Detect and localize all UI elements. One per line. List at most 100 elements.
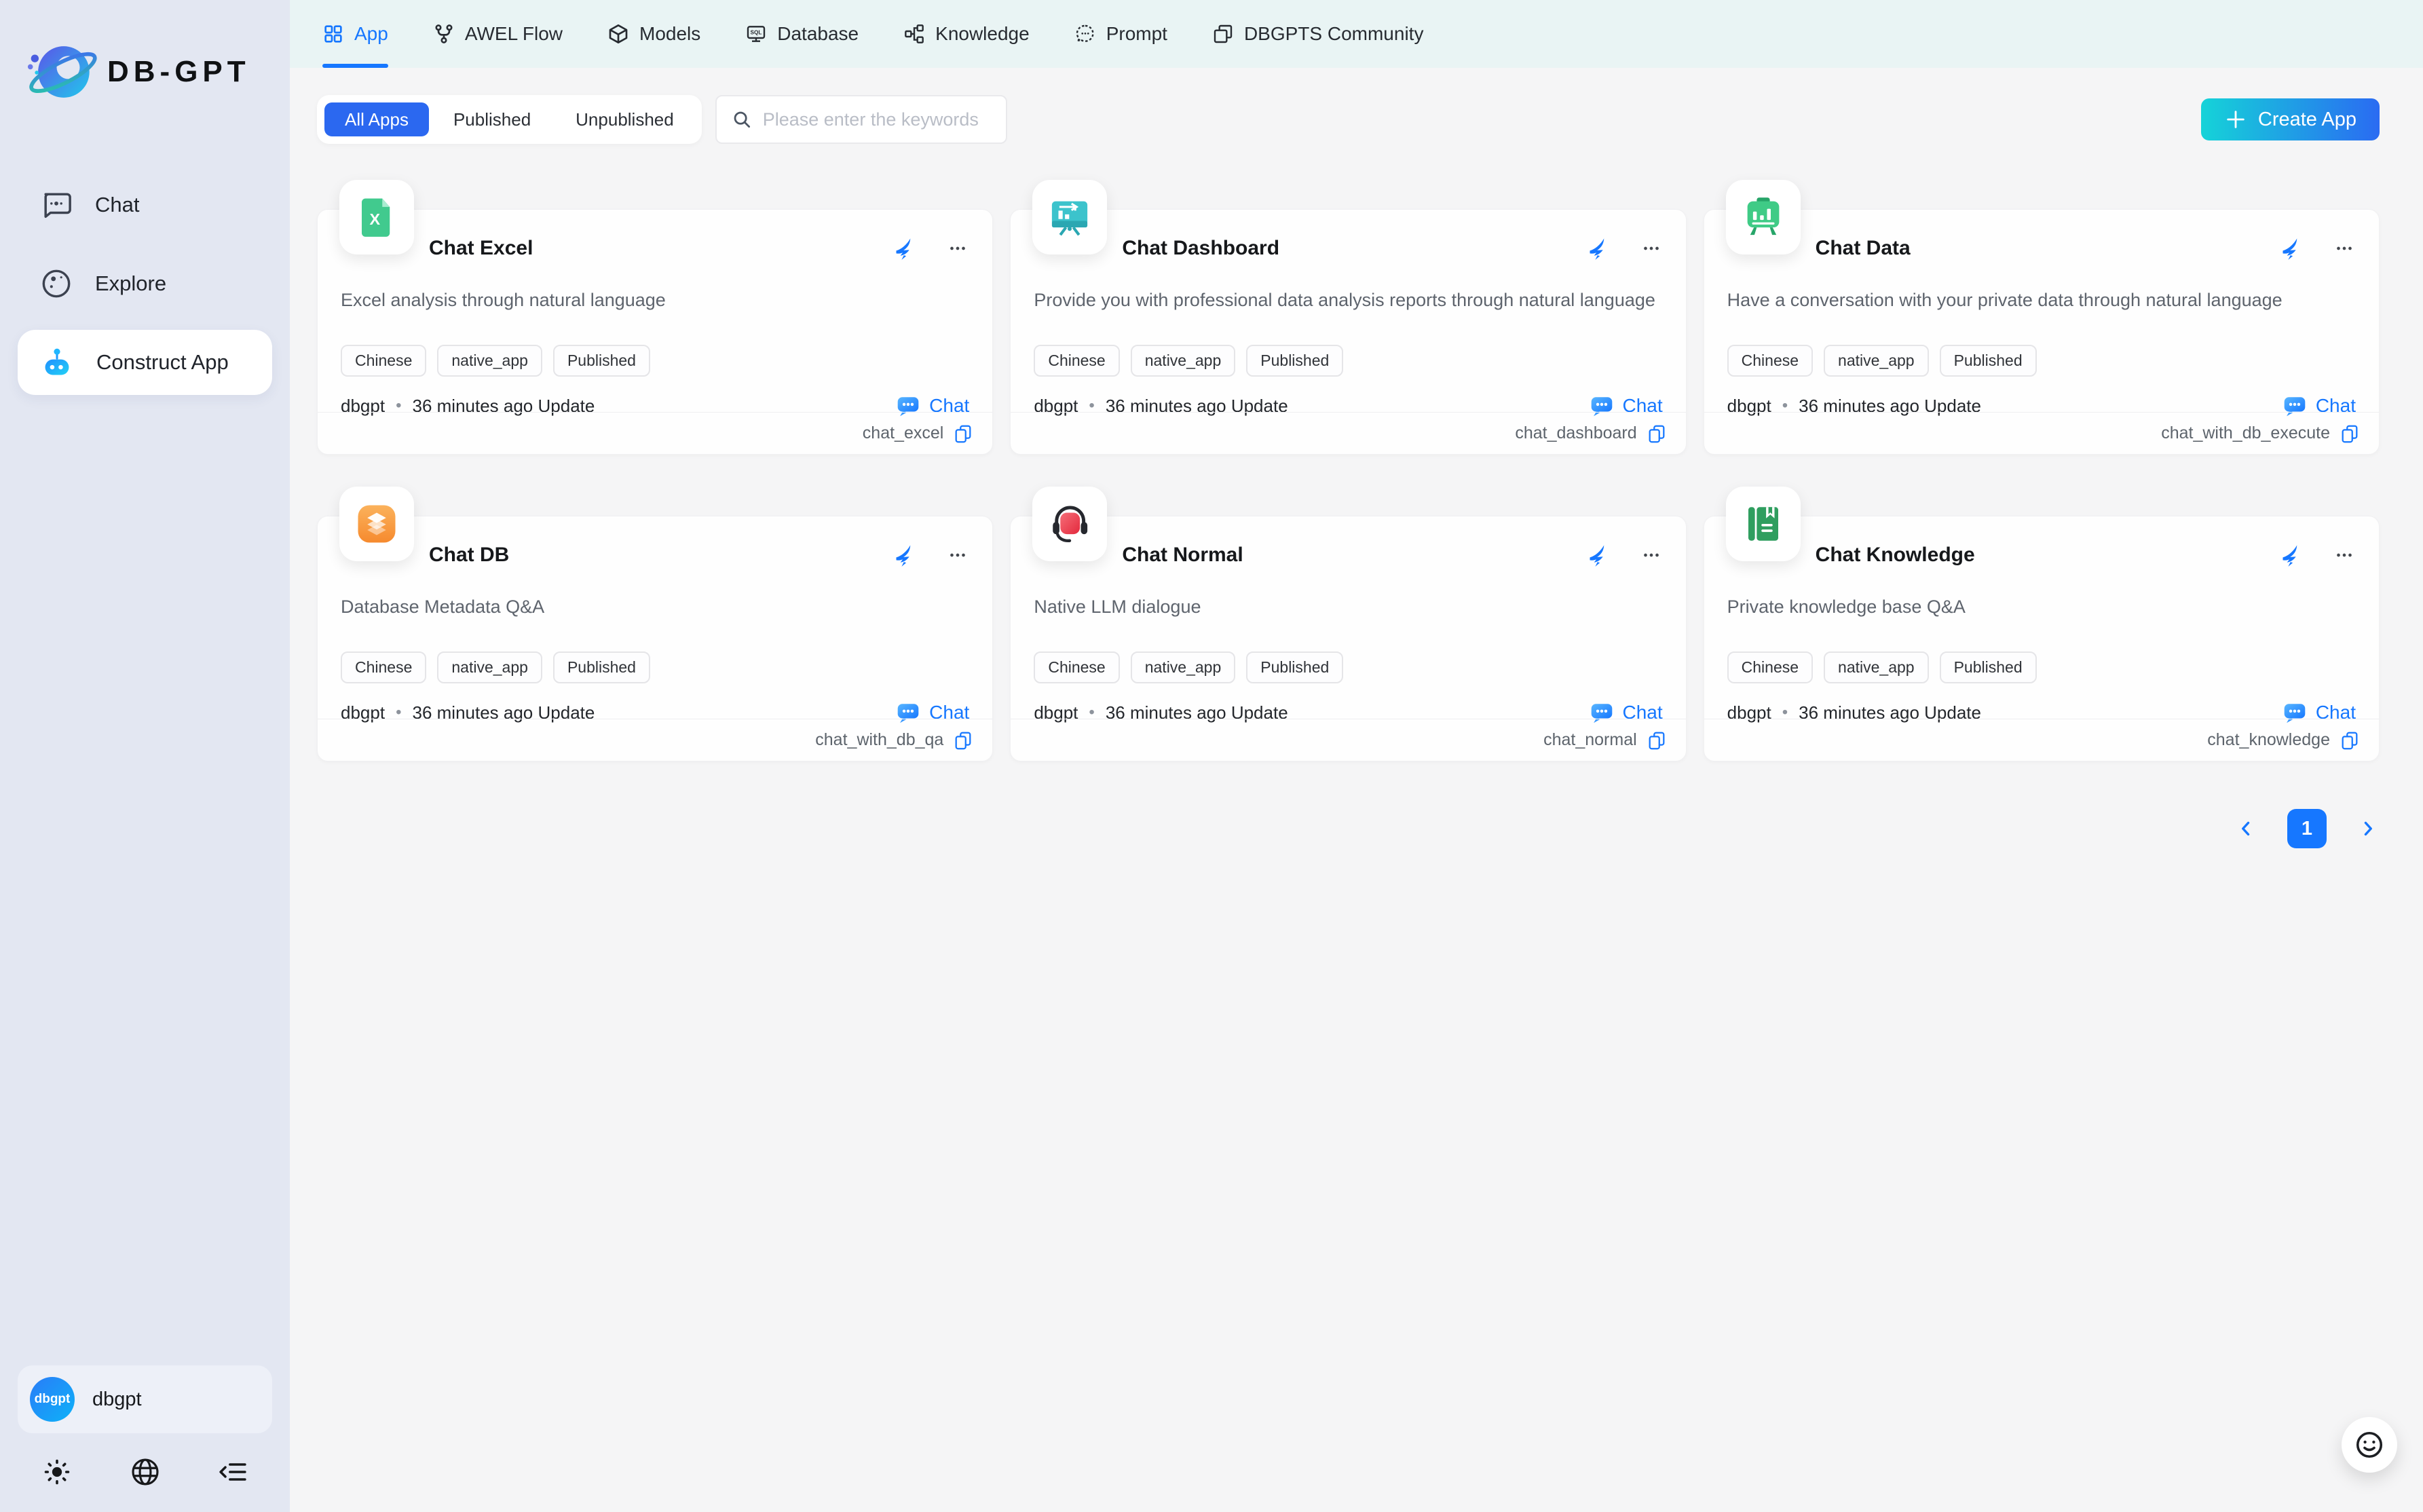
app-card-chat-knowledge[interactable]: Chat Knowledge — [1704, 516, 2380, 761]
app-card-footer: chat_with_db_qa — [318, 719, 992, 761]
sidebar-item-chat[interactable]: Chat — [18, 172, 272, 238]
filter-segmented-control: All Apps Published Unpublished — [317, 95, 702, 144]
app-card-description: Private knowledge base Q&A — [1727, 597, 2356, 618]
feedback-smiley-button[interactable] — [2342, 1417, 2397, 1473]
grid-icon — [322, 23, 344, 45]
knowledge-graph-icon — [903, 23, 925, 45]
pagination-next-icon[interactable] — [2356, 817, 2380, 840]
dingtalk-share-icon[interactable] — [1587, 236, 1611, 261]
app-card-title: Chat Dashboard — [1122, 237, 1279, 260]
app-card-description: Database Metadata Q&A — [341, 597, 969, 618]
tag: Published — [1246, 345, 1343, 377]
search-input[interactable] — [763, 109, 1003, 130]
app-card-footer: chat_normal — [1011, 719, 1685, 761]
tag: native_app — [1824, 345, 1929, 377]
app-card-description: Have a conversation with your private da… — [1727, 290, 2356, 311]
app-card-tags: Chinese native_app Published — [341, 651, 969, 683]
app-card-chat-dashboard[interactable]: Chat Dashboard — [1010, 209, 1686, 455]
app-card-title: Chat DB — [429, 544, 509, 567]
db-gpt-logo-icon — [27, 37, 98, 107]
search-box[interactable] — [715, 95, 1007, 144]
app-card-chat-excel[interactable]: X Chat Excel — [317, 209, 993, 455]
plus-icon — [2224, 108, 2247, 131]
dingtalk-share-icon[interactable] — [2280, 543, 2304, 567]
more-menu-icon[interactable] — [2333, 237, 2356, 260]
dingtalk-share-icon[interactable] — [893, 543, 918, 567]
user-profile[interactable]: dbgpt dbgpt — [18, 1365, 272, 1433]
dingtalk-share-icon[interactable] — [893, 236, 918, 261]
tab-models[interactable]: Models — [607, 0, 700, 68]
tag: native_app — [1131, 345, 1236, 377]
tab-database[interactable]: SQL Database — [745, 0, 859, 68]
tab-dbgpts-community[interactable]: DBGPTS Community — [1212, 0, 1424, 68]
svg-text:SQL: SQL — [751, 30, 762, 36]
app-card-footer: chat_dashboard — [1011, 412, 1685, 454]
create-app-button[interactable]: Create App — [2201, 98, 2380, 140]
search-icon — [732, 109, 752, 130]
app-slug: chat_with_db_qa — [815, 730, 943, 750]
explore-icon — [41, 268, 72, 299]
more-menu-icon[interactable] — [1640, 237, 1663, 260]
tag: Chinese — [341, 651, 426, 683]
dashboard-monitor-icon — [1047, 195, 1092, 240]
smiley-icon — [2354, 1429, 2385, 1460]
copy-icon[interactable] — [953, 730, 973, 751]
app-card-description: Provide you with professional data analy… — [1034, 290, 1662, 311]
top-navigation: App AWEL Flow Models — [290, 0, 2423, 68]
tag: native_app — [437, 651, 542, 683]
app-card-description: Excel analysis through natural language — [341, 290, 969, 311]
app-icon-tile — [1032, 487, 1107, 561]
sidebar-item-construct-app[interactable]: Construct App — [18, 330, 272, 395]
pagination-prev-icon[interactable] — [2234, 817, 2257, 840]
dingtalk-share-icon[interactable] — [1587, 543, 1611, 567]
tag: Chinese — [341, 345, 426, 377]
copy-icon[interactable] — [2340, 423, 2360, 444]
user-name: dbgpt — [92, 1388, 142, 1411]
theme-sun-icon[interactable] — [42, 1457, 72, 1487]
tag: Published — [1940, 345, 2037, 377]
filter-published[interactable]: Published — [433, 102, 551, 136]
excel-doc-icon: X — [354, 195, 399, 240]
tab-label: Models — [639, 23, 700, 45]
dingtalk-share-icon[interactable] — [2280, 236, 2304, 261]
copy-icon[interactable] — [953, 423, 973, 444]
language-globe-icon[interactable] — [130, 1456, 161, 1488]
tab-label: DBGPTS Community — [1244, 23, 1424, 45]
app-slug: chat_with_db_execute — [2161, 423, 2330, 443]
sidebar-item-explore[interactable]: Explore — [18, 251, 272, 316]
knowledge-book-icon — [1741, 502, 1786, 546]
more-menu-icon[interactable] — [946, 544, 969, 567]
chat-bubble-icon — [41, 189, 72, 221]
tab-awel-flow[interactable]: AWEL Flow — [433, 0, 563, 68]
tab-app[interactable]: App — [322, 0, 388, 68]
copy-icon[interactable] — [2340, 730, 2360, 751]
sidebar-item-label: Explore — [95, 271, 166, 296]
tab-label: Prompt — [1106, 23, 1167, 45]
more-menu-icon[interactable] — [2333, 544, 2356, 567]
headset-icon — [1047, 502, 1092, 546]
app-card-tags: Chinese native_app Published — [1727, 345, 2356, 377]
app-card-footer: chat_with_db_execute — [1704, 412, 2379, 454]
more-menu-icon[interactable] — [1640, 544, 1663, 567]
app-icon-tile — [1032, 180, 1107, 254]
copy-icon[interactable] — [1647, 730, 1667, 751]
tab-prompt[interactable]: Prompt — [1074, 0, 1167, 68]
filter-unpublished[interactable]: Unpublished — [555, 102, 694, 136]
main-area: App AWEL Flow Models — [290, 0, 2423, 1512]
filter-all-apps[interactable]: All Apps — [324, 102, 429, 136]
collapse-sidebar-icon[interactable] — [218, 1457, 248, 1487]
app-card-title: Chat Normal — [1122, 544, 1243, 567]
tab-knowledge[interactable]: Knowledge — [903, 0, 1030, 68]
tab-label: AWEL Flow — [465, 23, 563, 45]
app-icon-tile — [1726, 487, 1801, 561]
copy-icon[interactable] — [1647, 423, 1667, 444]
app-icon-tile — [1726, 180, 1801, 254]
sidebar-item-label: Chat — [95, 193, 139, 217]
pagination-page-1[interactable]: 1 — [2287, 809, 2327, 848]
model-box-icon — [607, 23, 629, 45]
more-menu-icon[interactable] — [946, 237, 969, 260]
content-area: All Apps Published Unpublished Cr — [290, 68, 2423, 1512]
app-card-chat-normal[interactable]: Chat Normal — [1010, 516, 1686, 761]
app-card-chat-data[interactable]: Chat Data — [1704, 209, 2380, 455]
app-card-chat-db[interactable]: Chat DB — [317, 516, 993, 761]
